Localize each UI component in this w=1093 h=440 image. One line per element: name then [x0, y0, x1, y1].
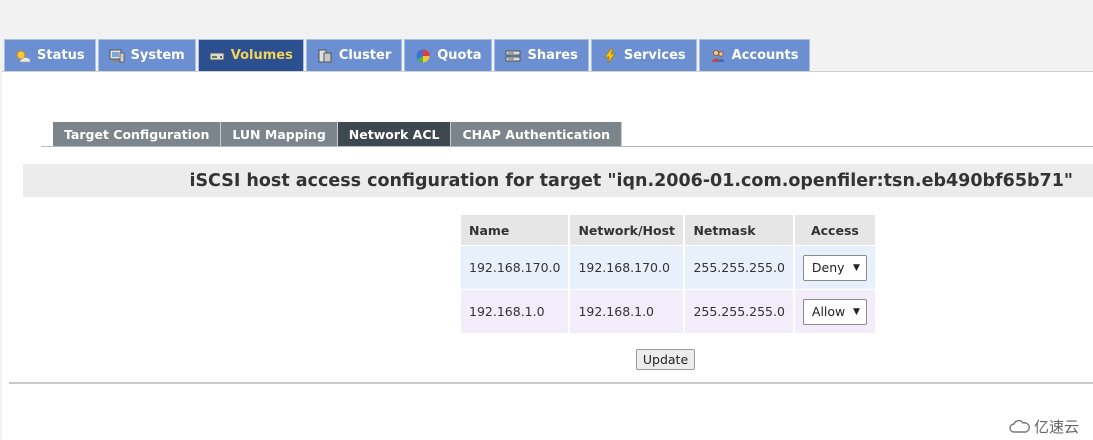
content-panel: Target Configuration LUN Mapping Network…: [2, 71, 1093, 440]
subtab-network-acl[interactable]: Network ACL: [337, 122, 452, 146]
sun-icon: [15, 48, 31, 64]
tab-label: Volumes: [230, 48, 293, 63]
tab-label: System: [130, 48, 185, 63]
tab-shares[interactable]: Shares: [494, 39, 589, 71]
subtab-target-configuration[interactable]: Target Configuration: [53, 122, 222, 146]
table-header-row: Name Network/Host Netmask Access: [461, 215, 875, 245]
cell-name: 192.168.1.0: [461, 290, 569, 333]
table-row: 192.168.170.0 192.168.170.0 255.255.255.…: [461, 246, 875, 289]
tab-label: Accounts: [731, 48, 799, 63]
bolt-icon: [602, 48, 618, 64]
cell-access: Allow ▼: [794, 290, 875, 333]
cell-access: Deny ▼: [794, 246, 875, 289]
access-select[interactable]: Allow ▼: [802, 298, 867, 325]
main-nav-tabs: Status System Volumes Cluster Quota Shar…: [4, 39, 812, 71]
tab-status[interactable]: Status: [4, 39, 96, 71]
access-select[interactable]: Deny ▼: [802, 254, 867, 281]
access-select-value: Allow: [811, 304, 846, 319]
cell-netmask: 255.255.255.0: [685, 290, 793, 333]
cell-network-host: 192.168.170.0: [570, 246, 684, 289]
tab-quota[interactable]: Quota: [404, 39, 493, 71]
tab-label: Quota: [437, 48, 482, 63]
users-icon: [710, 48, 726, 64]
tab-label: Cluster: [338, 48, 392, 63]
tab-label: Services: [623, 48, 686, 63]
monitor-icon: [109, 48, 125, 64]
tab-services[interactable]: Services: [590, 39, 697, 71]
tab-volumes[interactable]: Volumes: [197, 39, 304, 71]
volume-subtabs: Target Configuration LUN Mapping Network…: [53, 122, 622, 146]
column-header-network-host: Network/Host: [570, 215, 684, 245]
cell-network-host: 192.168.1.0: [570, 290, 684, 333]
dropdown-arrow-icon: ▼: [852, 262, 860, 273]
access-select-value: Deny: [811, 260, 845, 275]
bottom-divider: [9, 382, 1093, 384]
tab-accounts[interactable]: Accounts: [698, 39, 810, 71]
subtab-lun-mapping[interactable]: LUN Mapping: [221, 122, 338, 146]
table-row: 192.168.1.0 192.168.1.0 255.255.255.0 Al…: [461, 290, 875, 333]
cloud-logo-icon: [1009, 419, 1031, 435]
network-acl-table: Name Network/Host Netmask Access 192.168…: [459, 214, 877, 334]
page-title-text: iSCSI host access configuration for targ…: [189, 170, 1073, 191]
pie-icon: [415, 48, 431, 64]
column-header-name: Name: [461, 215, 569, 245]
watermark-text: 亿速云: [1033, 418, 1079, 436]
tab-label: Shares: [527, 48, 578, 63]
column-header-netmask: Netmask: [685, 215, 793, 245]
column-header-access: Access: [794, 215, 875, 245]
page-title: iSCSI host access configuration for targ…: [23, 164, 1093, 197]
tab-system[interactable]: System: [97, 39, 196, 71]
cell-netmask: 255.255.255.0: [685, 246, 793, 289]
subtab-divider: [41, 146, 1093, 147]
update-button[interactable]: Update: [636, 349, 695, 370]
cell-name: 192.168.170.0: [461, 246, 569, 289]
server-icon: [505, 48, 521, 64]
tab-cluster[interactable]: Cluster: [305, 39, 403, 71]
dropdown-arrow-icon: ▼: [852, 306, 860, 317]
drive-icon: [209, 48, 225, 64]
watermark: 亿速云: [1009, 416, 1079, 437]
subtab-chap-authentication[interactable]: CHAP Authentication: [451, 122, 622, 146]
cluster-icon: [317, 48, 333, 64]
tab-label: Status: [37, 48, 85, 63]
